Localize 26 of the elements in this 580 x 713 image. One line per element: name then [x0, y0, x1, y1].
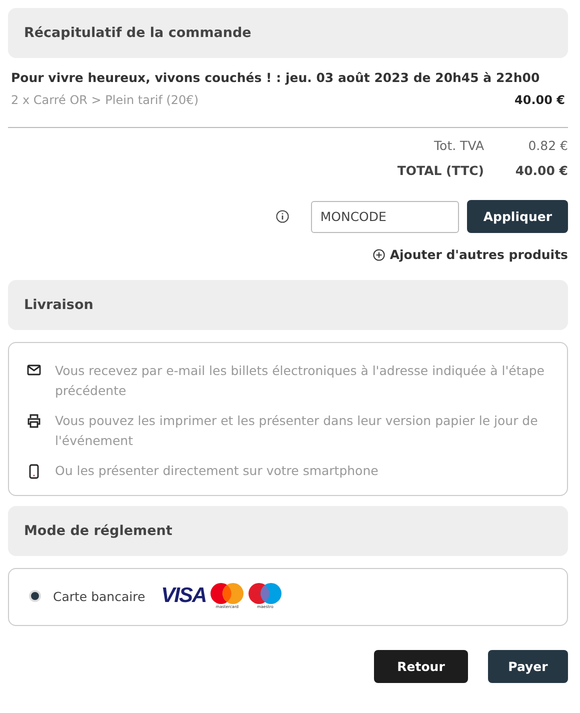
back-button[interactable]: Retour	[374, 650, 468, 683]
tax-amount: 0.82 €	[527, 138, 568, 153]
line-item-amount: 40.00 €	[514, 93, 565, 107]
total-amount: 40.00 €	[514, 163, 568, 178]
printer-icon	[27, 414, 41, 428]
section-header: Mode de réglement	[8, 506, 568, 556]
apply-button[interactable]: Appliquer	[467, 200, 568, 233]
delivery-info-text: Ou les présenter directement sur votre smartphone	[55, 462, 378, 480]
add-products-link[interactable]: Ajouter d'autres produits	[390, 247, 568, 262]
promo-code-field[interactable]: MONCODE	[311, 200, 460, 232]
delivery-info-text: Vous pouvez les imprimer et les présenter dans leur version papier le jour de l'événement	[55, 412, 539, 450]
info-icon[interactable]	[276, 210, 290, 223]
add-icon[interactable]	[372, 248, 385, 260]
total-label: TOTAL (TTC)	[397, 163, 484, 178]
section-header: Livraison	[8, 280, 568, 330]
delivery-info-text: Vous recevez par e-mail les billets électroniques à l'adresse indiquée à l'étape précédente	[55, 362, 546, 400]
line-item-label: 2 x Carré OR > Plein tarif (20€)	[11, 93, 198, 107]
event-title: Pour vivre heureux, vivons couchés ! : jeu. 03 août 2023 de 20h45 à 22h00	[10, 70, 541, 85]
section-header: Récapitulatif de la commande	[8, 8, 568, 58]
visa-logo: VISA	[161, 584, 206, 608]
envelope-icon	[27, 364, 41, 376]
payment-option-label[interactable]: Carte bancaire	[53, 588, 146, 604]
pay-button[interactable]: Payer	[488, 650, 568, 683]
smartphone-icon	[29, 464, 39, 479]
tax-label: Tot. TVA	[433, 138, 484, 153]
radio-button[interactable]	[29, 590, 41, 602]
